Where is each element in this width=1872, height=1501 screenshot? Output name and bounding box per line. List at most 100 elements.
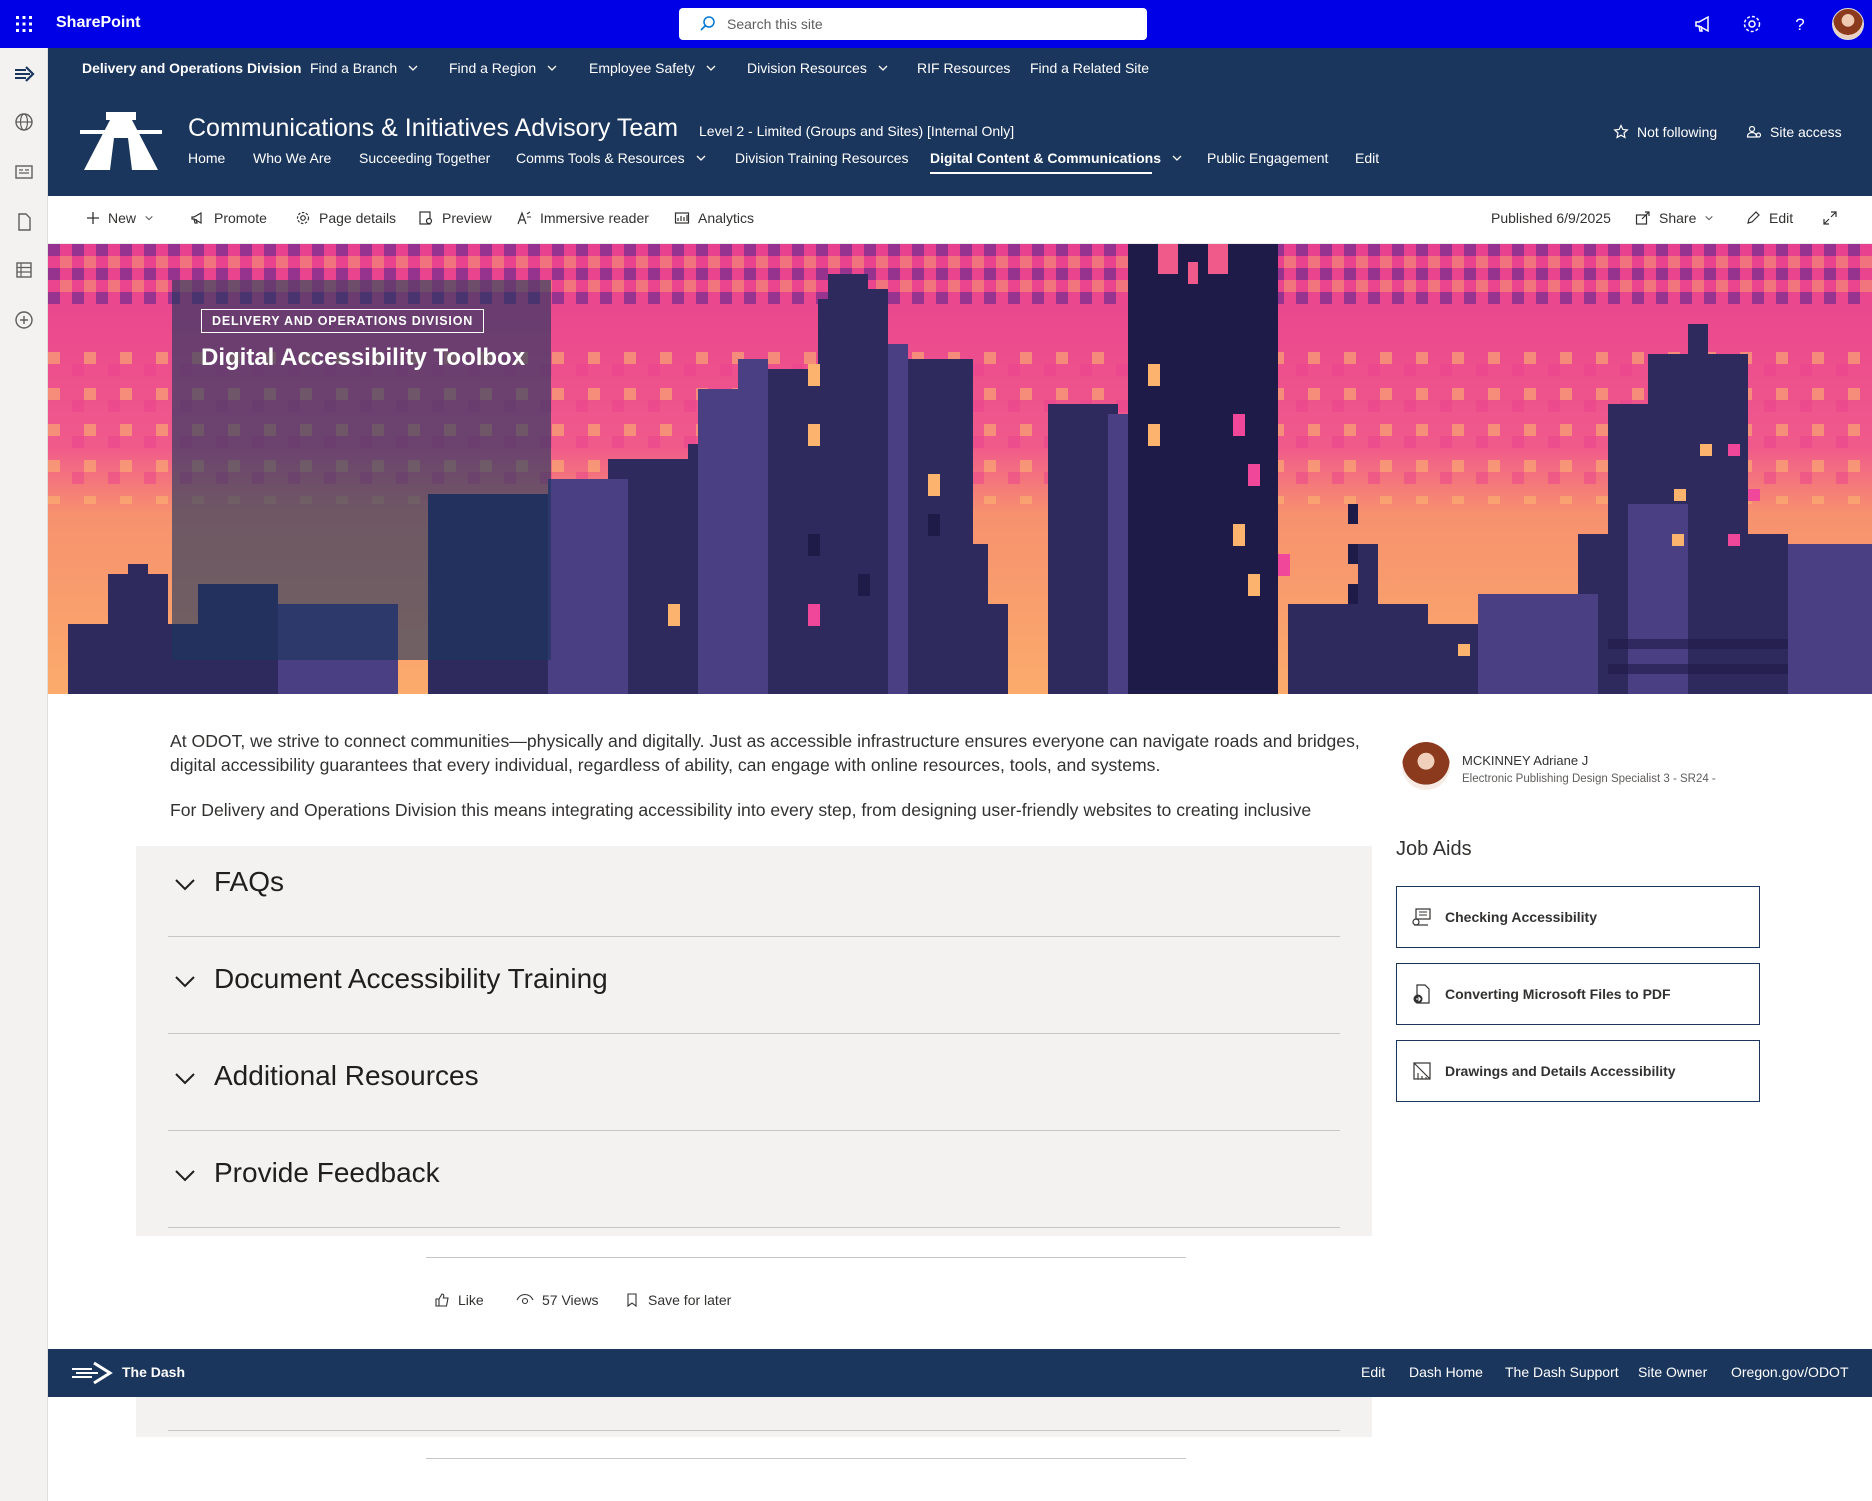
create-add-icon[interactable]	[12, 308, 36, 332]
section-provide-feedback[interactable]: Provide Feedback	[168, 1131, 1340, 1228]
site-logo-highway-icon[interactable]	[80, 110, 162, 172]
footer-link-oregon-odot[interactable]: Oregon.gov/ODOT	[1731, 1364, 1849, 1380]
site-nav-edit[interactable]: Edit	[1355, 150, 1379, 166]
section-additional-resources[interactable]: Additional Resources	[168, 1034, 1340, 1131]
hub-item-employee-safety[interactable]: Employee Safety	[589, 60, 717, 76]
chevron-down-icon	[174, 1072, 196, 1086]
published-status: Published 6/9/2025	[1491, 210, 1611, 226]
quick-link-checking-accessibility[interactable]: Checking Accessibility	[1396, 886, 1760, 948]
news-icon[interactable]	[12, 160, 36, 184]
active-nav-indicator	[930, 172, 1152, 174]
divider	[426, 1257, 1186, 1258]
search-input[interactable]: Search this site	[727, 16, 823, 32]
drawing-ruler-icon	[1411, 1060, 1433, 1082]
site-nav-comms-tools[interactable]: Comms Tools & Resources	[516, 150, 707, 166]
follow-button[interactable]: Not following	[1613, 124, 1717, 140]
svg-text:?: ?	[1795, 15, 1804, 34]
preview-button[interactable]: Preview	[418, 210, 492, 226]
chevron-down-icon	[174, 1169, 196, 1183]
analytics-button[interactable]: Analytics	[674, 210, 754, 226]
divider	[168, 1430, 1340, 1431]
help-icon[interactable]: ?	[1788, 12, 1812, 36]
globe-icon[interactable]	[12, 110, 36, 134]
quick-link-converting-to-pdf[interactable]: Converting Microsoft Files to PDF	[1396, 963, 1760, 1025]
search-box[interactable]: Search this site	[679, 8, 1147, 40]
footer-brand[interactable]: The Dash	[122, 1364, 185, 1380]
user-avatar[interactable]	[1832, 8, 1864, 40]
the-dash-arrow-icon[interactable]	[12, 62, 36, 86]
megaphone-icon	[190, 210, 206, 226]
section-faqs[interactable]: FAQs	[168, 840, 1340, 937]
chevron-down-icon	[174, 878, 196, 892]
chevron-down-icon	[877, 62, 889, 74]
author-name[interactable]: MCKINNEY Adriane J	[1462, 753, 1588, 768]
chevron-down-icon	[1704, 213, 1714, 223]
promote-button[interactable]: Promote	[190, 210, 267, 226]
files-icon[interactable]	[12, 210, 36, 234]
chevron-down-icon	[695, 152, 707, 164]
page-details-button[interactable]: Page details	[295, 210, 396, 226]
site-title[interactable]: Communications & Initiatives Advisory Te…	[188, 114, 678, 143]
quick-link-label: Checking Accessibility	[1445, 909, 1597, 925]
command-bar: New Promote Page details Preview Immersi…	[48, 196, 1872, 244]
hub-item-rif-resources[interactable]: RIF Resources	[917, 60, 1010, 76]
section-title: Additional Resources	[214, 1060, 479, 1091]
site-nav-digital-content[interactable]: Digital Content & Communications	[930, 150, 1183, 166]
the-dash-logo-icon[interactable]	[70, 1359, 116, 1387]
hub-item-find-a-region[interactable]: Find a Region	[449, 60, 558, 76]
section-document-accessibility-training[interactable]: Document Accessibility Training	[168, 937, 1340, 1034]
hub-item-label: Employee Safety	[589, 60, 695, 76]
site-nav-home[interactable]: Home	[188, 150, 225, 166]
site-nav-division-training[interactable]: Division Training Resources	[735, 150, 909, 166]
footer-link-dash-home[interactable]: Dash Home	[1409, 1364, 1483, 1380]
site-nav-label: Digital Content & Communications	[930, 150, 1161, 166]
new-button[interactable]: New	[86, 210, 154, 226]
hub-item-find-a-branch[interactable]: Find a Branch	[310, 60, 419, 76]
site-nav-who-we-are[interactable]: Who We Are	[253, 150, 331, 166]
footer-link-edit[interactable]: Edit	[1361, 1364, 1385, 1380]
hub-item-find-a-related-site[interactable]: Find a Related Site	[1030, 60, 1149, 76]
footer-link-site-owner[interactable]: Site Owner	[1638, 1364, 1707, 1380]
sharepoint-brand-link[interactable]: SharePoint	[56, 14, 140, 32]
save-for-later-button[interactable]: Save for later	[624, 1292, 731, 1308]
section-title: FAQs	[214, 866, 285, 897]
settings-gear-icon[interactable]	[1740, 12, 1764, 36]
share-button[interactable]: Share	[1635, 210, 1714, 226]
star-icon	[1613, 124, 1629, 140]
views-label: 57 Views	[542, 1292, 599, 1308]
hub-home-link[interactable]: Delivery and Operations Division	[82, 60, 301, 76]
hero-title-overlay	[172, 280, 551, 660]
like-label: Like	[458, 1292, 484, 1308]
page-title: Digital Accessibility Toolbox	[201, 344, 526, 371]
page-details-label: Page details	[319, 210, 397, 226]
section-title: Document Accessibility Training	[214, 963, 608, 994]
analytics-icon	[674, 210, 690, 226]
search-icon	[699, 15, 717, 33]
app-launcher-icon[interactable]	[12, 12, 36, 36]
site-nav-succeeding-together[interactable]: Succeeding Together	[359, 150, 490, 166]
site-access-button[interactable]: Site access	[1746, 124, 1842, 140]
hub-item-label: Division Resources	[747, 60, 867, 76]
document-convert-icon	[1411, 983, 1433, 1005]
intro-paragraph: At ODOT, we strive to connect communitie…	[170, 731, 1360, 775]
section-title: Provide Feedback	[214, 1157, 440, 1188]
author-avatar[interactable]	[1402, 742, 1450, 790]
like-button[interactable]: Like	[434, 1292, 484, 1308]
chevron-down-icon	[546, 62, 558, 74]
chevron-down-icon	[407, 62, 419, 74]
footer-link-dash-support[interactable]: The Dash Support	[1505, 1364, 1619, 1380]
quick-link-drawings-details[interactable]: Drawings and Details Accessibility	[1396, 1040, 1760, 1102]
content-continuation	[136, 1397, 1372, 1437]
bookmark-icon	[624, 1292, 640, 1308]
author-role: Electronic Publishing Design Specialist …	[1462, 773, 1716, 785]
hub-item-division-resources[interactable]: Division Resources	[747, 60, 889, 76]
share-label: Share	[1659, 210, 1697, 226]
lists-icon[interactable]	[12, 258, 36, 282]
expand-icon[interactable]	[1822, 210, 1838, 226]
thumbs-up-icon	[434, 1292, 450, 1308]
edit-page-button[interactable]: Edit	[1745, 210, 1793, 226]
hub-item-label: Find a Region	[449, 60, 537, 76]
site-nav-public-engagement[interactable]: Public Engagement	[1207, 150, 1328, 166]
immersive-reader-button[interactable]: Immersive reader	[516, 210, 649, 226]
megaphone-icon[interactable]	[1692, 12, 1716, 36]
